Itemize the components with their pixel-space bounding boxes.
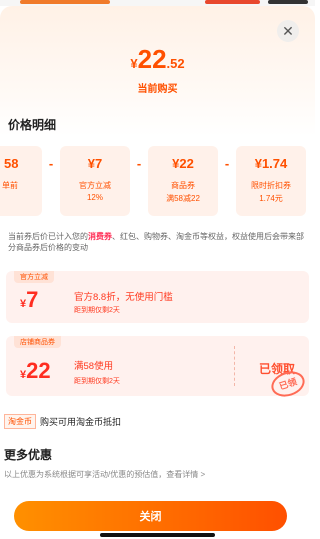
price-formula: 58 单前 - ¥7 官方立减 12% - ¥22 商品券 满58减22 - ¥…: [0, 146, 315, 218]
formula-label: 商品券: [171, 181, 195, 190]
formula-item-coupon: ¥22 商品券 满58减22: [148, 146, 218, 216]
minus-operator: -: [136, 156, 142, 171]
home-indicator: [100, 533, 215, 537]
coupon-tag: 官方立减: [14, 271, 54, 283]
formula-item-official-discount: ¥7 官方立减 12%: [60, 146, 130, 216]
more-offers-title: 更多优惠: [4, 448, 53, 462]
minus-operator: -: [224, 156, 230, 171]
benefit-note: 当前券后价已计入您的消费券、红包、购物券、淘金币等权益，权益使用后会带来部分商品…: [8, 231, 308, 253]
formula-sub: 满58减22: [166, 194, 200, 203]
price-decimal: .52: [166, 56, 185, 71]
coupon-expiry: 距到期仅剩2天: [74, 307, 120, 314]
price-label: 当前购买: [137, 84, 178, 95]
more-offers-details-link[interactable]: 以上优惠为系统根据可享活动/优惠的预估值，查看详情 >: [4, 469, 205, 480]
formula-value: 58: [4, 156, 19, 171]
minus-operator: -: [48, 156, 54, 171]
formula-value: ¥7: [87, 156, 103, 171]
coupon-card-official: 官方立减 ¥7 官方8.8折，无使用门槛 距到期仅剩2天: [6, 271, 309, 323]
coupon-amount-number: 22: [26, 358, 51, 383]
formula-value: ¥22: [172, 156, 194, 171]
background-bar: [205, 0, 260, 4]
coupon-amount: ¥22: [20, 358, 51, 384]
coupon-amount: ¥7: [20, 287, 38, 313]
price-integer: 22: [137, 44, 167, 74]
close-icon[interactable]: ✕: [277, 20, 299, 42]
formula-item-original: 58 单前: [0, 146, 42, 216]
formula-sub: 1.74元: [259, 194, 283, 203]
coupon-expiry: 距到期仅剩2天: [74, 378, 120, 385]
note-prefix: 当前券后价已计入您的: [8, 232, 88, 241]
formula-value: ¥1.74: [254, 156, 288, 171]
coupon-amount-number: 7: [26, 287, 39, 312]
price-currency: ¥: [130, 56, 138, 71]
background-bar: [20, 0, 110, 4]
coupon-title: 官方8.8折，无使用门槛: [74, 292, 173, 303]
current-price: ¥22.52: [0, 44, 315, 75]
formula-label: 官方立减: [79, 181, 111, 190]
coupon-title: 满58使用: [74, 361, 114, 372]
taojinbi-row[interactable]: 淘金币 购买可用淘金币抵扣: [4, 413, 121, 431]
price-detail-sheet: ✕ ¥22.52 当前购买 价格明细 58 单前 - ¥7 官方立减 12% -…: [0, 6, 315, 539]
formula-item-flash-coupon: ¥1.74 限时折扣券 1.74元: [236, 146, 306, 216]
taojinbi-tag: 淘金币: [4, 414, 36, 430]
close-button[interactable]: 关闭: [14, 501, 287, 531]
coupon-tag: 店铺商品券: [14, 336, 61, 348]
background-bar: [268, 0, 308, 4]
coupon-card-store: 店铺商品券 ¥22 满58使用 距到期仅剩2天 已领取 已领: [6, 336, 309, 401]
breakdown-title: 价格明细: [8, 118, 57, 132]
note-highlight: 消费券: [88, 232, 112, 241]
formula-sub: 12%: [86, 193, 103, 202]
taojinbi-text: 购买可用淘金币抵扣: [40, 417, 122, 428]
coupon-divider: [234, 346, 235, 386]
formula-label: 限时折扣券: [251, 181, 291, 190]
formula-label: 单前: [2, 181, 18, 190]
